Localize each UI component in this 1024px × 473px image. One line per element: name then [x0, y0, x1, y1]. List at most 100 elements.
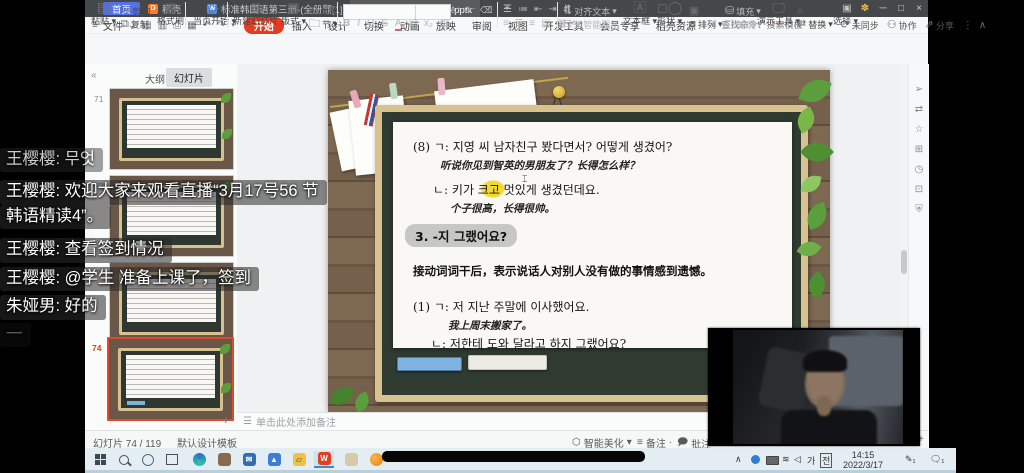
paste-button[interactable]: ▤ 粘贴 ▾ [91, 2, 116, 27]
blue-eraser [397, 357, 462, 371]
tray-expand-icon[interactable]: ∧ [735, 454, 742, 465]
smart-diagram-button[interactable]: ⊡转智能图示 ▾ [563, 18, 626, 31]
beautify-icon: ⬡ [572, 437, 581, 448]
section-icon: 🗀 [309, 19, 320, 30]
app1-icon [218, 453, 231, 466]
action-center-icon[interactable]: 🗨₁ [930, 454, 944, 465]
slides-tab[interactable]: 幻灯片 [166, 68, 212, 87]
format-painter-icon: ▧ [164, 2, 176, 13]
mail-taskbar-icon[interactable]: ✉ [239, 451, 259, 468]
find-button[interactable]: ⌕查找 [797, 5, 823, 18]
frame-tool-icon[interactable]: ⊞ [915, 144, 923, 155]
start-button[interactable] [90, 451, 110, 468]
ivy-leaf [351, 391, 372, 412]
justify-icon[interactable]: ▤ [541, 18, 550, 29]
subscript-button[interactable]: x₂ [424, 18, 433, 31]
ribbon-tab-review[interactable]: 审阅 [464, 18, 500, 33]
underline-button[interactable]: U [367, 18, 374, 31]
white-eraser [468, 355, 547, 370]
align-left-icon[interactable]: ≡ [503, 18, 509, 29]
taskbar-search-button[interactable] [114, 451, 134, 468]
speaker-icon[interactable]: ◁ [794, 454, 801, 465]
font-color-button[interactable]: A [395, 18, 402, 31]
task-view-button[interactable] [162, 451, 182, 468]
ribbon: ▤ 粘贴 ▾ ✄剪切 ⧉复制 ▧ 格式刷 ▷ 当页开始 ▾ ⊞ 新建幻灯片 ▦ … [85, 34, 928, 66]
new-slide-button[interactable]: ⊞ 新建幻灯片 [233, 2, 278, 27]
layout-button[interactable]: ▦ 版式 ▾ [281, 2, 306, 27]
picture-button[interactable]: ▣图片 ▾ [689, 5, 726, 18]
favorites-icon[interactable]: ☆ [915, 124, 924, 135]
share-button[interactable]: ⇗分享 [925, 19, 954, 32]
font-increase-icon[interactable]: A⁺ [450, 5, 461, 16]
folder-icon: ▱ [293, 453, 306, 466]
ime-mode-indicator[interactable]: 전 [820, 453, 832, 468]
align-center-icon[interactable]: ≣ [515, 18, 523, 29]
more-menu-icon[interactable]: ⋮ [960, 20, 976, 31]
strikethrough-button[interactable]: S [381, 18, 388, 31]
tray-blue-app-icon[interactable] [751, 455, 760, 464]
collaborate-button[interactable]: ⚇协作 [887, 19, 917, 32]
person-hair [803, 350, 847, 372]
quick-share-icon[interactable]: ➢ [915, 84, 923, 95]
replace-button[interactable]: ⇄替换 ▾ [797, 18, 833, 31]
clear-format-icon[interactable]: ⌫ [480, 5, 493, 16]
webcam-video-window[interactable] [708, 328, 920, 446]
battery-icon[interactable] [766, 456, 779, 465]
outline-tab[interactable]: 大纲 [145, 71, 165, 86]
image-tool-icon[interactable]: ⊡ [915, 184, 923, 195]
reset-button[interactable]: ⊟重置 [309, 5, 338, 18]
add-slide-button[interactable]: + [222, 412, 230, 427]
slide-content-paper[interactable]: (8) ㄱ: 지영 씨 남자친구 봤다면서? 어떻게 생겼어? 听说你见到智英的… [393, 122, 792, 348]
member-flower-icon[interactable]: ✽ [856, 3, 874, 14]
file-explorer-taskbar-icon[interactable]: ▱ [289, 451, 309, 468]
ime-korean-indicator[interactable]: 가 [807, 454, 815, 467]
app2-taskbar-icon[interactable] [341, 451, 361, 468]
bullets-icon[interactable]: ☰ [503, 4, 512, 15]
mini-ivy-leaf [221, 93, 231, 103]
cut-button[interactable]: ✄剪切 [121, 5, 150, 18]
shapes-button[interactable]: ◻◯ 形状 ▾ [657, 2, 682, 27]
slide-thumbnail-74-selected[interactable] [107, 337, 234, 421]
align-right-icon[interactable]: ≡ [529, 18, 535, 29]
scrollbar-thumb[interactable] [901, 250, 907, 274]
outdent-icon[interactable]: ⇤ [534, 4, 542, 15]
arrange-button[interactable]: ⧈排列 ▾ [689, 18, 723, 31]
collapse-ribbon-icon[interactable]: ∧ [976, 20, 989, 31]
photos-taskbar-icon[interactable]: ▲ [264, 451, 284, 468]
collapse-panel-icon[interactable]: « [91, 70, 97, 81]
font-decrease-icon[interactable]: A⁻ [465, 5, 476, 16]
highlight-button[interactable]: ▨ [440, 18, 449, 31]
edge-taskbar-icon[interactable] [189, 451, 209, 468]
select-button[interactable]: ⯐ 选择 ▾ [833, 2, 858, 27]
app1-taskbar-icon[interactable] [214, 451, 234, 468]
network-icon[interactable]: ≋ [782, 454, 790, 465]
close-button[interactable]: × [910, 3, 928, 14]
copy-button[interactable]: ⧉复制 [121, 18, 149, 31]
play-from-current-button[interactable]: ▷ 当页开始 ▾ [193, 2, 236, 27]
cortana-button[interactable] [138, 451, 158, 468]
present-tools-button[interactable]: 🖵 演示工具 ▾ [757, 2, 800, 27]
history-icon[interactable]: ◷ [915, 164, 924, 175]
minimize-button[interactable]: ─ [874, 3, 892, 14]
wps-taskbar-icon-active[interactable]: W [314, 451, 334, 468]
photos-icon: ▲ [268, 453, 281, 466]
transfer-icon[interactable]: ⇄ [915, 104, 923, 115]
protect-icon[interactable]: ⛨ [915, 204, 923, 215]
superscript-button[interactable]: x² [409, 18, 417, 31]
italic-button[interactable]: I [357, 18, 360, 31]
slide-text-ko: ㄴ: 키가 크고 멋있게 생겼던데요. [433, 181, 600, 198]
format-painter-button[interactable]: ▧ 格式刷 [157, 2, 184, 27]
fill-button[interactable]: ⛁填充 ▾ [725, 5, 761, 18]
bold-button[interactable]: B [343, 18, 350, 31]
align-text-button[interactable]: ⇅对齐文本 ▾ [563, 5, 617, 18]
section-button[interactable]: 🗀节 ▾ [309, 18, 338, 31]
edge-icon [193, 453, 206, 466]
ink-workspace-icon[interactable]: ✎₁ [905, 454, 916, 465]
notes-hint: 单击此处添加备注 [256, 414, 336, 429]
numbering-icon[interactable]: ≔ [518, 4, 528, 15]
indent-icon[interactable]: ⇥ [548, 4, 556, 15]
clock[interactable]: 14:15 2022/3/17 [840, 450, 886, 470]
ivy-leaf [330, 384, 354, 408]
restore-button[interactable]: □ [892, 3, 910, 14]
textbox-button[interactable]: 🄰 文本框 ▾ [623, 2, 657, 27]
